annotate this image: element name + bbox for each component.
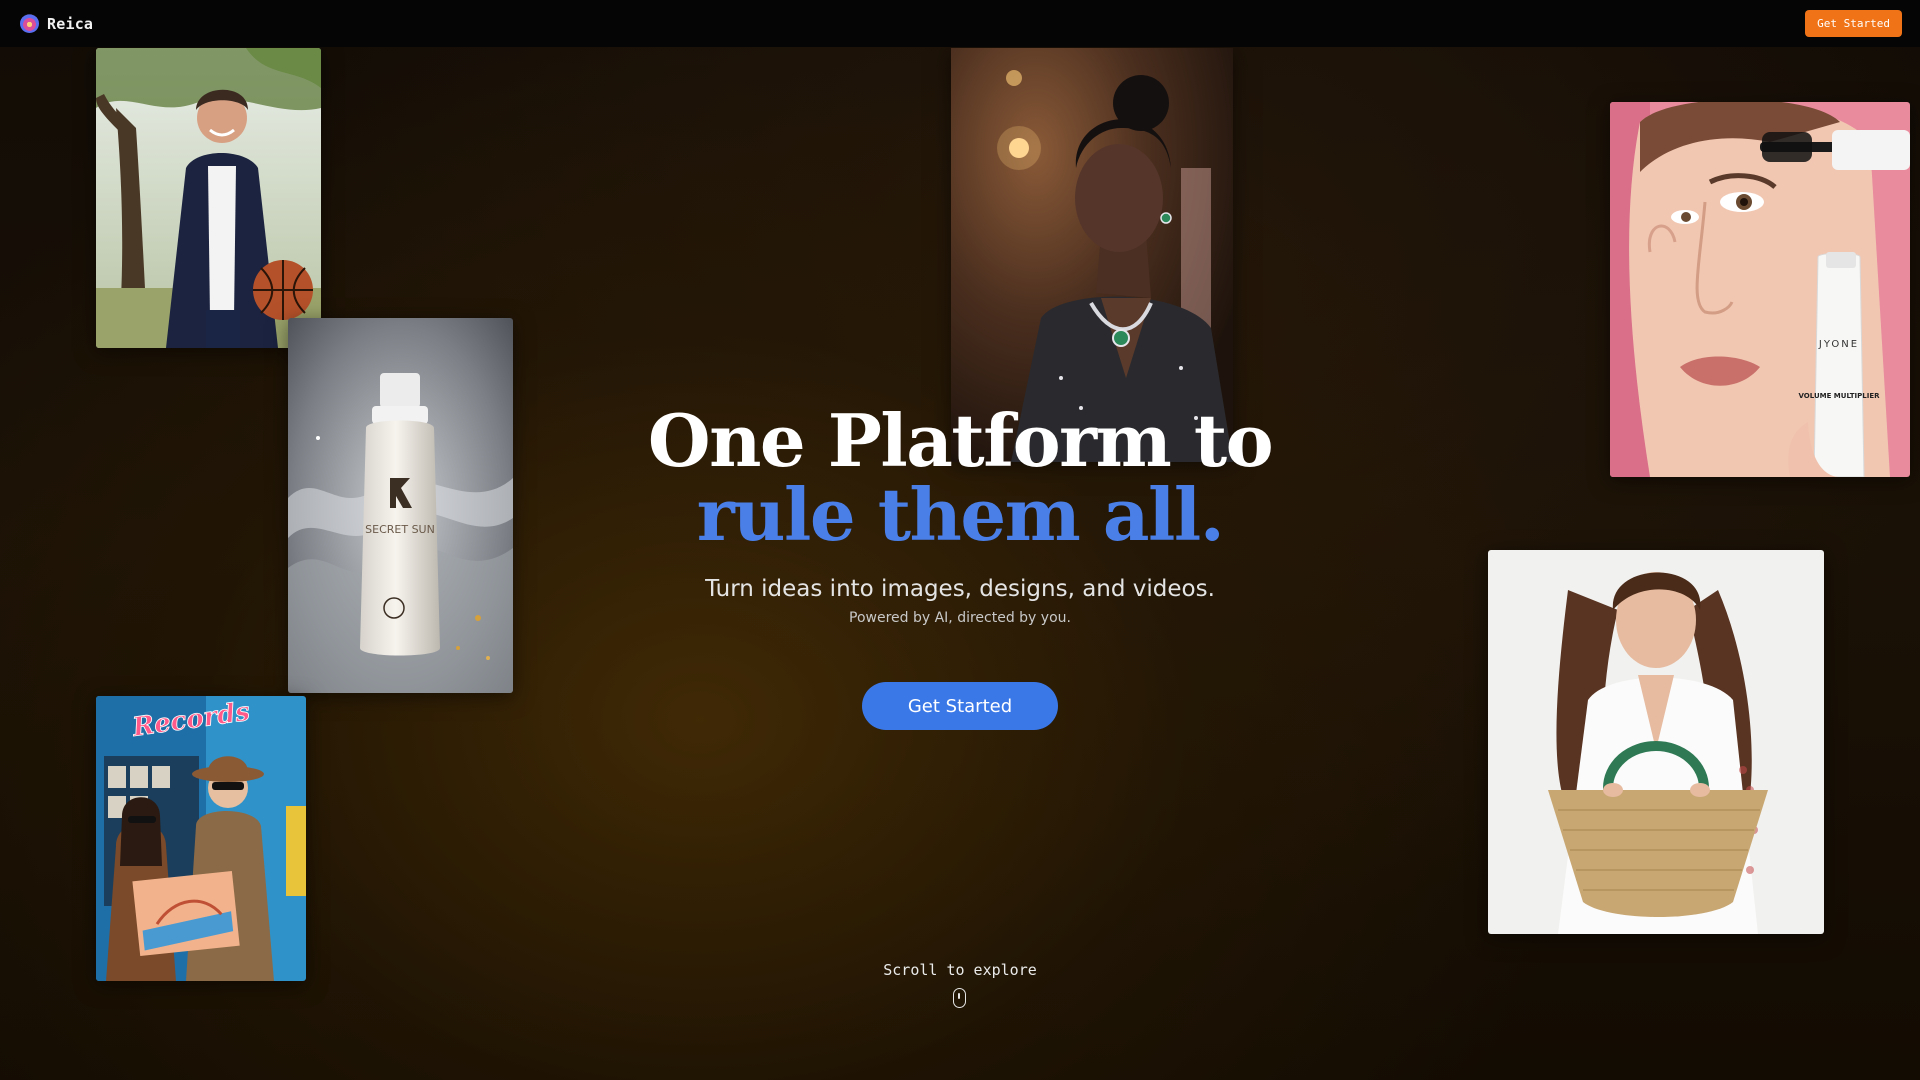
landing-page: Reica Get Started SECRET SUN Records JYO… xyxy=(0,0,1920,1080)
gallery-image-spray-bottle: SECRET SUN xyxy=(288,318,513,693)
hero-title-line2: rule them all. xyxy=(696,472,1225,557)
spray-brand-text: SECRET SUN xyxy=(365,523,435,536)
hero-title-line1: One Platform to xyxy=(647,398,1274,483)
hero-subtitle: Turn ideas into images, designs, and vid… xyxy=(705,576,1215,602)
hero-tagline: Powered by AI, directed by you. xyxy=(849,610,1071,626)
hero-section: One Platform to rule them all. Turn idea… xyxy=(560,398,1360,627)
gallery-image-woven-bag xyxy=(1488,550,1824,934)
gallery-image-records-store: Records xyxy=(96,696,306,981)
scroll-hint: Scroll to explore xyxy=(883,961,1037,979)
mouse-scroll-icon xyxy=(953,988,966,1008)
nav-get-started-button[interactable]: Get Started xyxy=(1805,10,1902,37)
gallery-image-mascara-model: JYONE VOLUME MULTIPLIER xyxy=(1610,102,1910,477)
brand[interactable]: Reica xyxy=(20,14,93,33)
hero-get-started-button[interactable]: Get Started xyxy=(862,682,1058,730)
brand-name: Reica xyxy=(47,14,94,33)
gallery-image-man-basketball xyxy=(96,48,321,348)
top-navbar: Reica Get Started xyxy=(0,0,1920,47)
brand-logo-icon xyxy=(20,14,39,33)
mascara-brand-text: JYONE xyxy=(1818,339,1859,350)
mascara-product-text: VOLUME MULTIPLIER xyxy=(1798,392,1880,400)
